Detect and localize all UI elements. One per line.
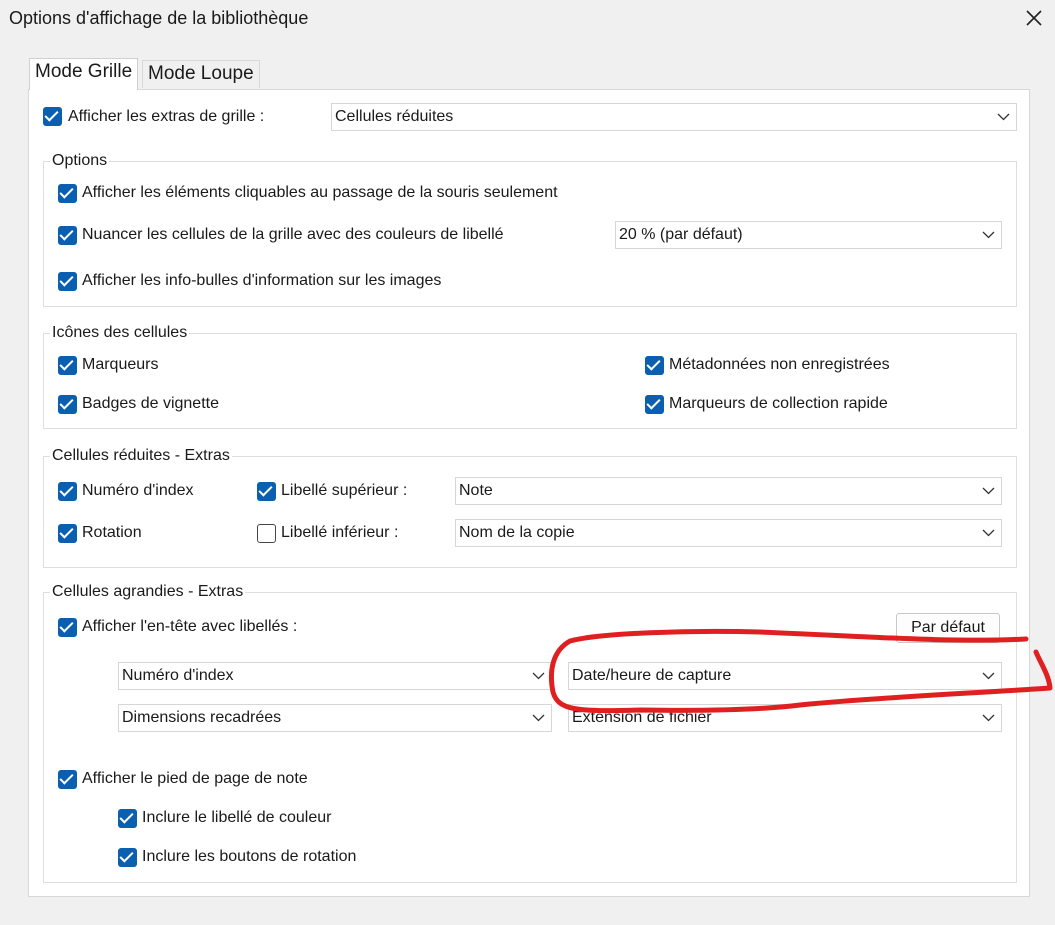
rotation-buttons-label: Inclure les boutons de rotation	[142, 848, 357, 865]
header-select-4[interactable]: Extension de fichier	[568, 704, 1002, 732]
options-group-title: Options	[50, 152, 110, 170]
rating-footer-label: Afficher le pied de page de note	[82, 770, 308, 787]
header-select-3[interactable]: Dimensions recadrées	[118, 704, 552, 732]
rating-footer-checkbox[interactable]	[58, 770, 77, 789]
close-icon[interactable]	[1022, 6, 1046, 30]
header-labels-label: Afficher l'en-tête avec libellés :	[82, 618, 298, 635]
tab-mode-grille[interactable]: Mode Grille	[29, 58, 139, 90]
bottom-label-value: Nom de la copie	[459, 524, 575, 541]
grid-extras-label: Afficher les extras de grille :	[68, 108, 265, 125]
header-labels-checkbox[interactable]	[58, 618, 77, 637]
grid-extras-value: Cellules réduites	[335, 108, 454, 125]
header-select-2[interactable]: Date/heure de capture	[568, 662, 1002, 690]
header-select-1[interactable]: Numéro d'index	[118, 662, 552, 690]
quick-collection-label: Marqueurs de collection rapide	[669, 395, 888, 412]
rotation-buttons-checkbox[interactable]	[118, 848, 137, 867]
chevron-down-icon	[982, 231, 995, 239]
top-label-select[interactable]: Note	[455, 477, 1002, 505]
top-label-checkbox[interactable]	[257, 482, 276, 501]
thumbnail-badges-checkbox[interactable]	[58, 395, 77, 414]
compact-extras-group-title: Cellules réduites - Extras	[50, 447, 232, 465]
thumbnail-badges-label: Badges de vignette	[82, 395, 219, 412]
tint-select[interactable]: 20 % (par défaut)	[615, 221, 1002, 249]
cell-icons-group-title: Icônes des cellules	[50, 324, 190, 342]
top-label-value: Note	[459, 482, 493, 499]
clickable-items-checkbox[interactable]	[58, 184, 77, 203]
header-select-1-value: Numéro d'index	[122, 667, 234, 684]
unsaved-metadata-label: Métadonnées non enregistrées	[669, 356, 890, 373]
chevron-down-icon	[997, 113, 1010, 121]
rotation-label: Rotation	[82, 524, 142, 541]
rotation-checkbox[interactable]	[58, 524, 77, 543]
header-select-3-value: Dimensions recadrées	[122, 709, 282, 726]
compact-index-label: Numéro d'index	[82, 482, 194, 499]
compact-index-checkbox[interactable]	[58, 482, 77, 501]
chevron-down-icon	[982, 714, 995, 722]
chevron-down-icon	[532, 672, 545, 680]
tint-cells-checkbox[interactable]	[58, 226, 77, 245]
unsaved-metadata-checkbox[interactable]	[645, 356, 664, 375]
grid-extras-select[interactable]: Cellules réduites	[331, 103, 1017, 131]
tooltips-label: Afficher les info-bulles d'information s…	[82, 272, 442, 289]
tooltips-checkbox[interactable]	[58, 272, 77, 291]
header-select-4-value: Extension de fichier	[572, 709, 712, 726]
tab-mode-loupe[interactable]: Mode Loupe	[142, 60, 260, 88]
flags-checkbox[interactable]	[58, 356, 77, 375]
flags-label: Marqueurs	[82, 356, 159, 373]
window-title: Options d'affichage de la bibliothèque	[9, 8, 309, 28]
cell-icons-group	[43, 333, 1017, 429]
compact-extras-group	[43, 456, 1017, 568]
bottom-label-label: Libellé inférieur :	[281, 524, 399, 541]
bottom-label-checkbox[interactable]	[257, 524, 276, 543]
expanded-extras-group-title: Cellules agrandies - Extras	[50, 583, 246, 601]
bottom-label-select[interactable]: Nom de la copie	[455, 519, 1002, 547]
chevron-down-icon	[982, 529, 995, 537]
chevron-down-icon	[532, 714, 545, 722]
tint-cells-label: Nuancer les cellules de la grille avec d…	[82, 226, 504, 243]
grid-extras-checkbox[interactable]	[43, 107, 62, 126]
color-label-checkbox[interactable]	[118, 809, 137, 828]
clickable-items-label: Afficher les éléments cliquables au pass…	[82, 184, 558, 201]
quick-collection-checkbox[interactable]	[645, 395, 664, 414]
top-label-label: Libellé supérieur :	[281, 482, 408, 499]
chevron-down-icon	[982, 672, 995, 680]
color-label-label: Inclure le libellé de couleur	[142, 809, 332, 826]
chevron-down-icon	[982, 487, 995, 495]
header-select-2-value: Date/heure de capture	[572, 667, 732, 684]
tint-value: 20 % (par défaut)	[619, 226, 743, 243]
default-button[interactable]: Par défaut	[896, 613, 1000, 643]
